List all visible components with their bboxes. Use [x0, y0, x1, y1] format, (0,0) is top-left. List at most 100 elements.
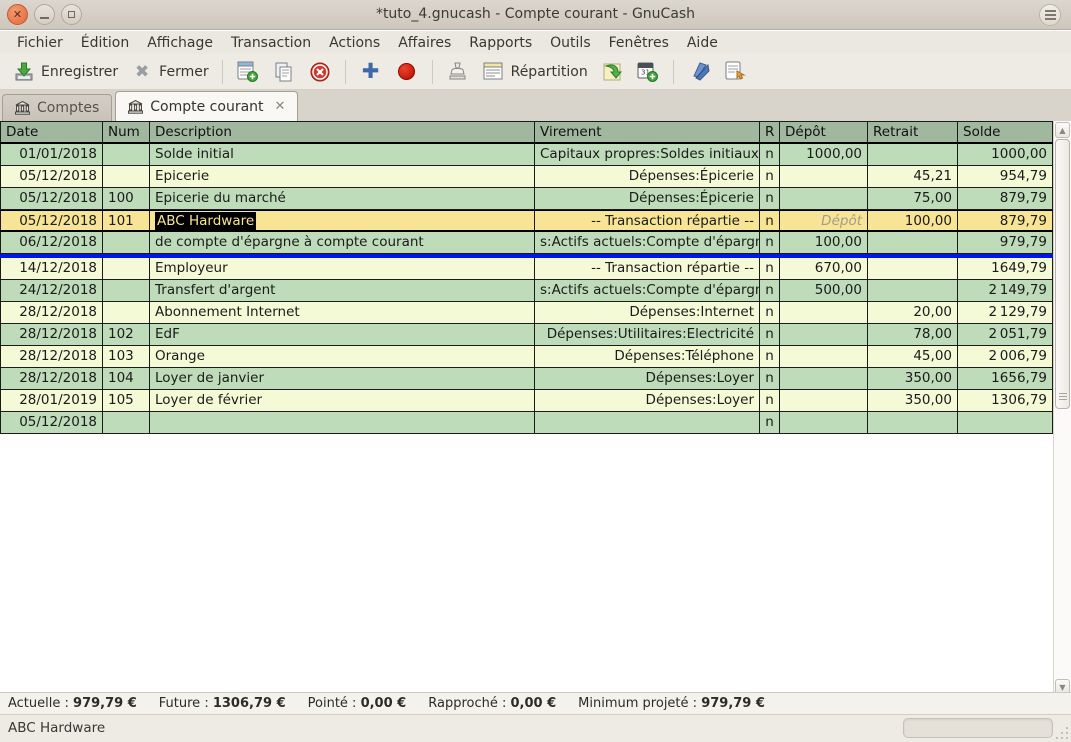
- cell-balance[interactable]: 2 006,79: [958, 346, 1053, 367]
- cell-r[interactable]: n: [760, 188, 780, 209]
- cell-desc[interactable]: [150, 412, 535, 433]
- menu-affaires[interactable]: Affaires: [389, 33, 460, 53]
- cell-transfer[interactable]: Dépenses:Internet: [535, 302, 760, 323]
- cell-withdrawal[interactable]: 45,00: [868, 346, 958, 367]
- resize-grip-icon[interactable]: [1055, 726, 1069, 740]
- col-retrait[interactable]: Retrait: [868, 122, 958, 142]
- duplicate-button[interactable]: [266, 57, 302, 87]
- cell-balance[interactable]: 1306,79: [958, 390, 1053, 411]
- cell-withdrawal[interactable]: [868, 258, 958, 279]
- cell-date[interactable]: 28/12/2018: [0, 324, 103, 345]
- cell-num[interactable]: [103, 144, 150, 165]
- menu-rapports[interactable]: Rapports: [460, 33, 541, 53]
- cell-deposit[interactable]: 500,00: [780, 280, 868, 301]
- cell-date[interactable]: 06/12/2018: [0, 232, 103, 253]
- cell-withdrawal[interactable]: 100,00: [868, 211, 958, 230]
- cell-deposit[interactable]: [780, 302, 868, 323]
- cell-balance[interactable]: 2 149,79: [958, 280, 1053, 301]
- cell-withdrawal[interactable]: 78,00: [868, 324, 958, 345]
- register-row[interactable]: 05/12/2018n: [0, 412, 1053, 434]
- cell-desc[interactable]: Epicerie: [150, 166, 535, 187]
- menu-transaction[interactable]: Transaction: [222, 33, 320, 53]
- schedule-button[interactable]: 31: [630, 57, 666, 87]
- jump-button[interactable]: [681, 57, 717, 87]
- cell-desc[interactable]: Solde initial: [150, 144, 535, 165]
- cell-desc[interactable]: de compte d'épargne à compte courant: [150, 232, 535, 253]
- cell-transfer[interactable]: s:Actifs actuels:Compte d'épargne: [535, 232, 760, 253]
- menu-actions[interactable]: Actions: [320, 33, 389, 53]
- cell-r[interactable]: n: [760, 211, 780, 230]
- transfer-button[interactable]: [594, 57, 630, 87]
- cell-deposit[interactable]: [780, 188, 868, 209]
- cell-desc[interactable]: Epicerie du marché: [150, 188, 535, 209]
- cell-num[interactable]: [103, 412, 150, 433]
- cell-balance[interactable]: 2 129,79: [958, 302, 1053, 323]
- cell-balance[interactable]: 879,79: [958, 211, 1053, 230]
- tab-close-icon[interactable]: ✕: [275, 99, 286, 114]
- register-row[interactable]: 28/12/2018102EdFDépenses:Utilitaires:Ele…: [0, 324, 1053, 346]
- cell-transfer[interactable]: Capitaux propres:Soldes initiaux: [535, 144, 760, 165]
- cell-num[interactable]: [103, 232, 150, 253]
- cell-transfer[interactable]: Dépenses:Épicerie: [535, 188, 760, 209]
- cell-num[interactable]: 105: [103, 390, 150, 411]
- cell-balance[interactable]: 1656,79: [958, 368, 1053, 389]
- cancel-transaction-button[interactable]: [389, 57, 425, 87]
- cell-transfer[interactable]: Dépenses:Loyer: [535, 368, 760, 389]
- cell-transfer[interactable]: s:Actifs actuels:Compte d'épargne: [535, 280, 760, 301]
- cell-r[interactable]: n: [760, 302, 780, 323]
- cell-deposit[interactable]: 1000,00: [780, 144, 868, 165]
- cell-balance[interactable]: 879,79: [958, 188, 1053, 209]
- cell-r[interactable]: n: [760, 258, 780, 279]
- cell-transfer[interactable]: -- Transaction répartie --: [535, 258, 760, 279]
- cell-deposit[interactable]: [780, 166, 868, 187]
- save-button[interactable]: Enregistrer: [6, 57, 124, 87]
- cell-num[interactable]: 101: [103, 211, 150, 230]
- split-button[interactable]: Répartition: [476, 57, 594, 87]
- cell-withdrawal[interactable]: [868, 144, 958, 165]
- register-row[interactable]: 24/12/2018Transfert d'argents:Actifs act…: [0, 280, 1053, 302]
- col-description[interactable]: Description: [150, 122, 535, 142]
- cell-num[interactable]: [103, 302, 150, 323]
- new-transaction-button[interactable]: [230, 57, 266, 87]
- cell-deposit[interactable]: 100,00: [780, 232, 868, 253]
- cell-r[interactable]: n: [760, 390, 780, 411]
- tab-comptes[interactable]: Comptes: [2, 94, 112, 121]
- cell-transfer[interactable]: Dépenses:Utilitaires:Electricité: [535, 324, 760, 345]
- cell-balance[interactable]: 2 051,79: [958, 324, 1053, 345]
- cell-num[interactable]: 102: [103, 324, 150, 345]
- cell-num[interactable]: 100: [103, 188, 150, 209]
- cell-r[interactable]: n: [760, 346, 780, 367]
- cell-date[interactable]: 14/12/2018: [0, 258, 103, 279]
- cell-num[interactable]: 103: [103, 346, 150, 367]
- menu-fenetres[interactable]: Fenêtres: [600, 33, 678, 53]
- cell-date[interactable]: 28/12/2018: [0, 302, 103, 323]
- cell-transfer[interactable]: Dépenses:Épicerie: [535, 166, 760, 187]
- cell-desc[interactable]: Loyer de février: [150, 390, 535, 411]
- cell-r[interactable]: n: [760, 144, 780, 165]
- register-row[interactable]: 05/12/2018100Epicerie du marchéDépenses:…: [0, 188, 1053, 210]
- close-tab-button[interactable]: ✖ Fermer: [124, 57, 214, 87]
- cell-balance[interactable]: 954,79: [958, 166, 1053, 187]
- cell-num[interactable]: 104: [103, 368, 150, 389]
- register-row[interactable]: 28/12/2018103OrangeDépenses:Téléphonen45…: [0, 346, 1053, 368]
- cell-num[interactable]: [103, 258, 150, 279]
- cell-desc[interactable]: EdF: [150, 324, 535, 345]
- cell-desc[interactable]: Transfert d'argent: [150, 280, 535, 301]
- cell-withdrawal[interactable]: 75,00: [868, 188, 958, 209]
- cell-withdrawal[interactable]: 350,00: [868, 368, 958, 389]
- col-virement[interactable]: Virement: [535, 122, 760, 142]
- cell-withdrawal[interactable]: 20,00: [868, 302, 958, 323]
- cell-withdrawal[interactable]: 45,21: [868, 166, 958, 187]
- vertical-scrollbar[interactable]: ▲ ▼: [1053, 121, 1071, 698]
- cell-desc[interactable]: ABC Hardware: [150, 211, 535, 230]
- cell-num[interactable]: [103, 280, 150, 301]
- cell-withdrawal[interactable]: 350,00: [868, 390, 958, 411]
- enter-transaction-button[interactable]: ✚: [353, 57, 389, 87]
- cell-deposit[interactable]: [780, 346, 868, 367]
- app-menu-button[interactable]: [1039, 4, 1061, 26]
- menu-affichage[interactable]: Affichage: [138, 33, 222, 53]
- scroll-up-icon[interactable]: ▲: [1055, 122, 1070, 138]
- register-row[interactable]: 05/12/2018101ABC Hardware-- Transaction …: [0, 210, 1053, 232]
- cell-desc[interactable]: Orange: [150, 346, 535, 367]
- cell-r[interactable]: n: [760, 324, 780, 345]
